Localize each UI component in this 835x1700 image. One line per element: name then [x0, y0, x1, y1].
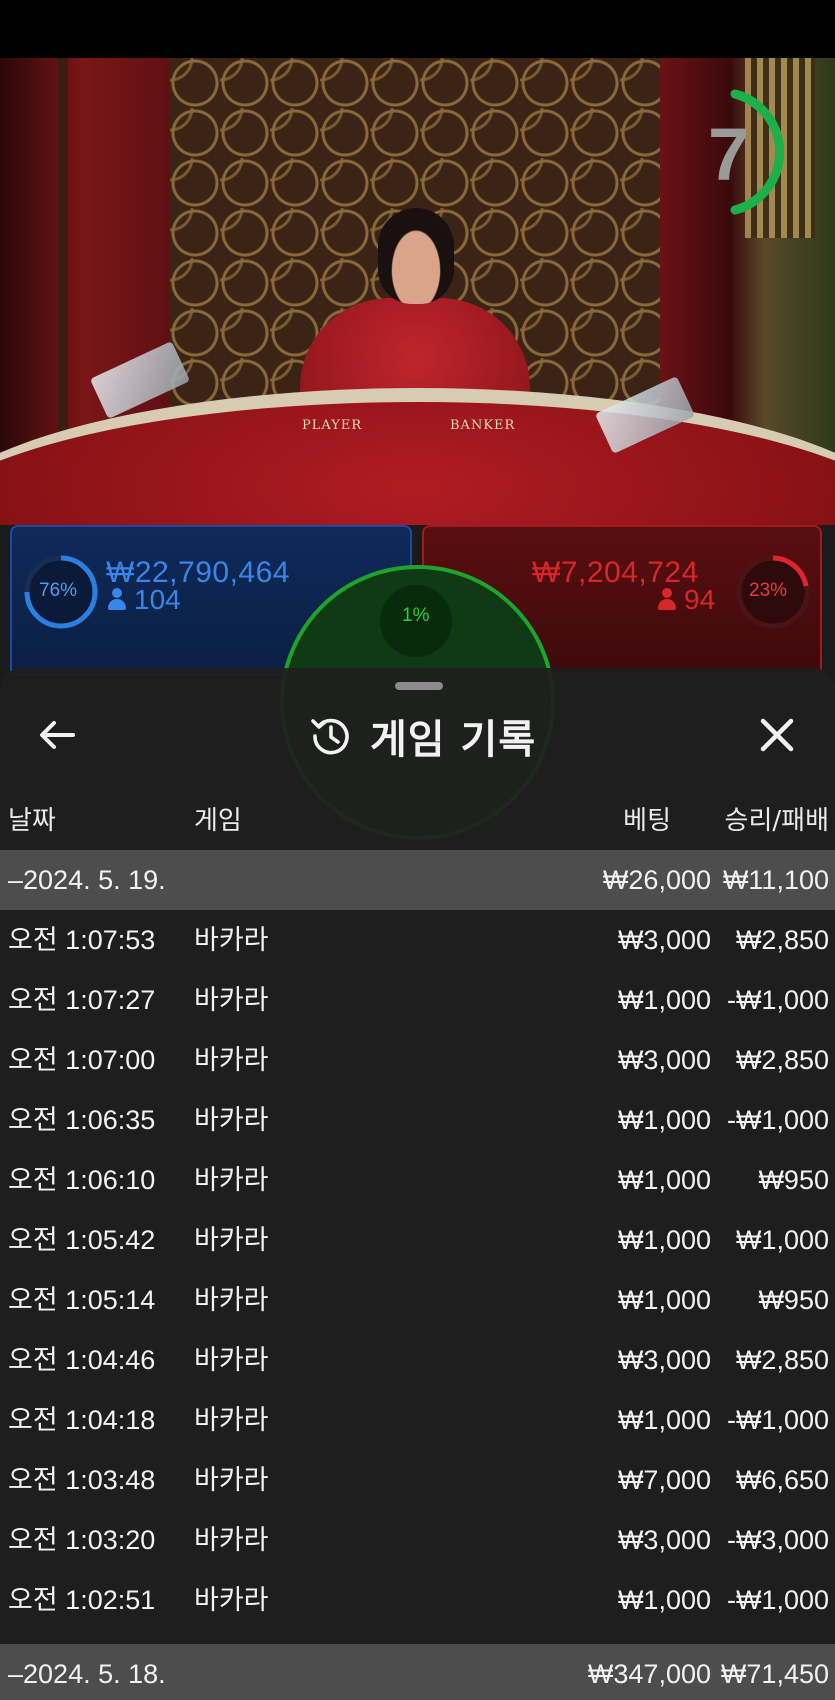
column-header-game: 게임 — [194, 806, 242, 836]
history-row[interactable]: 오전 1:02:51 바카라 ₩1,000 -₩1,000 — [0, 1570, 835, 1630]
row-game: 바카라 — [194, 1165, 269, 1195]
player-bettor-count: 104 — [108, 584, 181, 616]
history-row[interactable]: 오전 1:03:48 바카라 ₩7,000 ₩6,650 — [0, 1450, 835, 1510]
row-game: 바카라 — [194, 1105, 269, 1135]
row-time: 오전 1:06:10 — [8, 1165, 156, 1195]
row-result: ₩950 — [758, 1285, 829, 1315]
column-header-bet: 베팅 — [623, 806, 671, 836]
row-bet: ₩3,000 — [617, 925, 711, 955]
history-row[interactable]: 오전 1:07:00 바카라 ₩3,000 ₩2,850 — [0, 1030, 835, 1090]
dealer-head — [378, 208, 454, 304]
row-time: 오전 1:07:00 — [8, 1045, 156, 1075]
banker-bettor-count: 94 — [658, 584, 715, 616]
table-label-player: PLAYER — [302, 418, 363, 433]
row-result: -₩1,000 — [726, 1585, 829, 1615]
row-bet: ₩1,000 — [617, 1585, 711, 1615]
group-result-total: ₩71,450 — [720, 1659, 829, 1689]
history-clock-icon — [311, 718, 349, 755]
row-game: 바카라 — [194, 925, 269, 955]
history-row[interactable]: 오전 1:04:18 바카라 ₩1,000 -₩1,000 — [0, 1390, 835, 1450]
row-result: ₩2,850 — [735, 925, 829, 955]
countdown-timer: 7 — [708, 113, 750, 196]
row-time: 오전 1:06:35 — [8, 1105, 156, 1135]
row-time: 오전 1:03:48 — [8, 1465, 156, 1495]
row-time: 오전 1:07:27 — [8, 985, 156, 1015]
row-game: 바카라 — [194, 1045, 269, 1075]
date-group-row[interactable]: –2024. 5. 18. ₩347,000 ₩71,450 — [0, 1644, 835, 1700]
row-time: 오전 1:04:18 — [8, 1405, 156, 1435]
game-history-sheet: 게임 기록 날짜 게임 베팅 승리/패배 –2024. 5. 19. ₩26,0… — [0, 668, 835, 1700]
history-row[interactable]: 오전 1:05:42 바카라 ₩1,000 ₩1,000 — [0, 1210, 835, 1270]
group-bet-total: ₩26,000 — [602, 865, 711, 895]
close-icon — [760, 718, 794, 752]
row-bet: ₩1,000 — [617, 1225, 711, 1255]
row-result: ₩6,650 — [735, 1465, 829, 1495]
group-result-total: ₩11,100 — [722, 865, 829, 895]
history-row[interactable]: 오전 1:07:53 바카라 ₩3,000 ₩2,850 — [0, 910, 835, 970]
row-time: 오전 1:02:51 — [8, 1585, 156, 1615]
row-time: 오전 1:05:42 — [8, 1225, 156, 1255]
row-bet: ₩1,000 — [617, 985, 711, 1015]
close-button[interactable] — [742, 700, 812, 770]
row-game: 바카라 — [194, 1525, 269, 1555]
tie-percent: 1% — [402, 605, 430, 626]
row-game: 바카라 — [194, 1285, 269, 1315]
row-game: 바카라 — [194, 1405, 269, 1435]
row-bet: ₩3,000 — [617, 1345, 711, 1375]
row-result: -₩1,000 — [726, 985, 829, 1015]
person-icon — [658, 588, 676, 610]
date-group-row[interactable]: –2024. 5. 19. ₩26,000 ₩11,100 — [0, 850, 835, 910]
row-bet: ₩3,000 — [617, 1045, 711, 1075]
banker-bettor-count-value: 94 — [684, 584, 716, 615]
row-time: 오전 1:05:14 — [8, 1285, 156, 1315]
row-bet: ₩3,000 — [617, 1525, 711, 1555]
row-bet: ₩1,000 — [617, 1405, 711, 1435]
row-game: 바카라 — [194, 1225, 269, 1255]
sheet-title-text: 게임 기록 — [370, 717, 537, 763]
person-icon — [108, 588, 126, 610]
history-row[interactable]: 오전 1:05:14 바카라 ₩1,000 ₩950 — [0, 1270, 835, 1330]
row-result: ₩1,000 — [735, 1225, 829, 1255]
row-result: ₩2,850 — [735, 1345, 829, 1375]
sheet-drag-handle[interactable] — [395, 682, 443, 690]
history-row[interactable]: 오전 1:06:10 바카라 ₩1,000 ₩950 — [0, 1150, 835, 1210]
row-time: 오전 1:07:53 — [8, 925, 156, 955]
row-result: -₩3,000 — [726, 1525, 829, 1555]
column-header-result: 승리/패배 — [724, 806, 829, 836]
row-bet: ₩1,000 — [617, 1105, 711, 1135]
row-bet: ₩7,000 — [617, 1465, 711, 1495]
table-label-banker: BANKER — [450, 418, 516, 433]
player-percent: 76% — [39, 580, 78, 601]
row-bet: ₩1,000 — [617, 1165, 711, 1195]
row-game: 바카라 — [194, 1465, 269, 1495]
row-result: ₩2,850 — [735, 1045, 829, 1075]
banker-percent: 23% — [749, 580, 788, 601]
row-result: ₩950 — [758, 1165, 829, 1195]
row-game: 바카라 — [194, 985, 269, 1015]
row-time: 오전 1:03:20 — [8, 1525, 156, 1555]
history-row[interactable]: 오전 1:04:46 바카라 ₩3,000 ₩2,850 — [0, 1330, 835, 1390]
history-row[interactable]: 오전 1:06:35 바카라 ₩1,000 -₩1,000 — [0, 1090, 835, 1150]
row-game: 바카라 — [194, 1585, 269, 1615]
row-result: -₩1,000 — [726, 1405, 829, 1435]
group-bet-total: ₩347,000 — [587, 1659, 711, 1689]
back-button[interactable] — [22, 700, 92, 770]
curtain-left — [0, 58, 185, 458]
row-result: -₩1,000 — [726, 1105, 829, 1135]
row-game: 바카라 — [194, 1345, 269, 1375]
arrow-left-icon — [40, 721, 75, 749]
row-bet: ₩1,000 — [617, 1285, 711, 1315]
player-bettor-count-value: 104 — [134, 584, 181, 615]
sheet-title: 게임 기록 — [310, 708, 536, 764]
row-time: 오전 1:04:46 — [8, 1345, 156, 1375]
column-header-date: 날짜 — [8, 806, 56, 836]
status-bar — [0, 0, 835, 58]
history-row[interactable]: 오전 1:07:27 바카라 ₩1,000 -₩1,000 — [0, 970, 835, 1030]
history-row[interactable]: 오전 1:03:20 바카라 ₩3,000 -₩3,000 — [0, 1510, 835, 1570]
group-date: –2024. 5. 18. — [8, 1659, 166, 1689]
group-date: –2024. 5. 19. — [8, 865, 166, 895]
